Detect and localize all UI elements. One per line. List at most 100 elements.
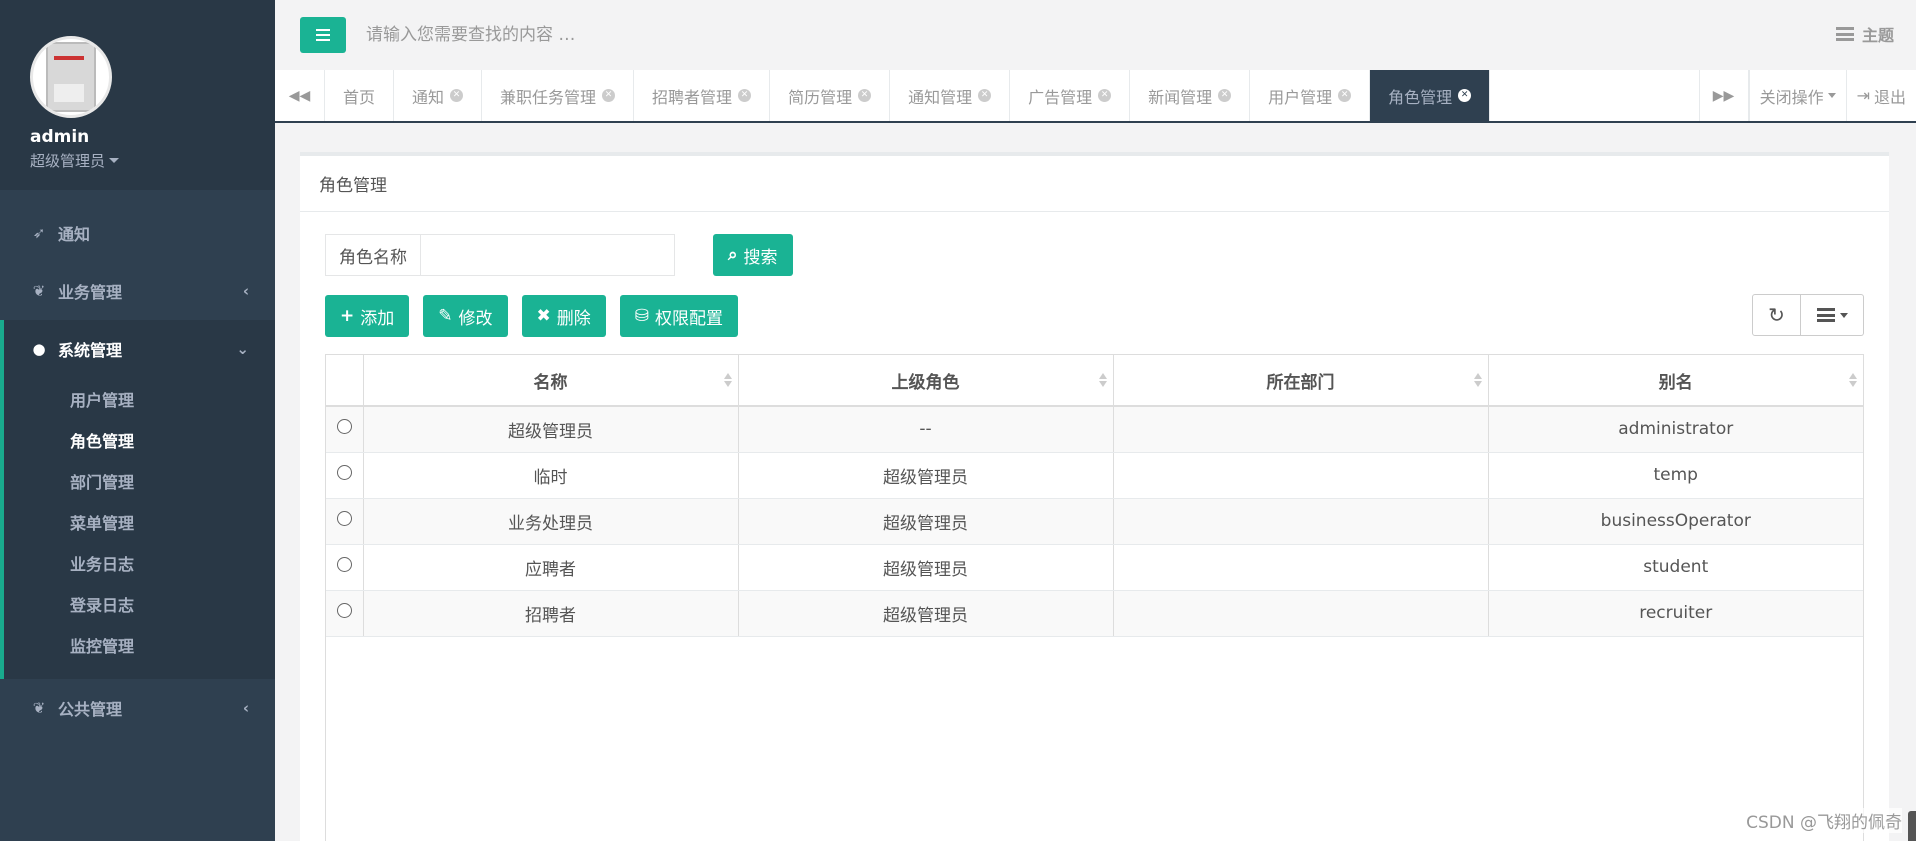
- cell-department: [1113, 406, 1489, 453]
- close-icon[interactable]: ✕: [978, 89, 992, 102]
- columns-toggle-button[interactable]: [1801, 294, 1864, 336]
- table-row[interactable]: 超级管理员 -- administrator: [326, 406, 1863, 453]
- tab-label: 招聘者管理: [652, 87, 733, 107]
- content-panel: 角色管理 角色名称 ⌕ 搜索 + 添加 ✎ 修改 ✖ 删除 ⛁ 权限配置 ↻ 名…: [300, 152, 1889, 841]
- chevron-left-icon: ‹: [242, 282, 249, 300]
- sidebar-subitem-roles[interactable]: 角色管理: [4, 419, 275, 460]
- rocket-icon: ➶: [32, 224, 46, 242]
- row-radio[interactable]: [336, 511, 352, 526]
- profile-name: admin: [30, 127, 90, 147]
- profile-role-dropdown[interactable]: 超级管理员: [30, 150, 275, 171]
- tab-label: 新闻管理: [1148, 87, 1213, 107]
- tab-parttime-tasks[interactable]: 兼职任务管理 ✕: [482, 70, 635, 121]
- permission-config-button[interactable]: ⛁ 权限配置: [619, 295, 738, 337]
- tabs-list: 首页 通知 ✕ 兼职任务管理 ✕ 招聘者管理 ✕ 简历管理 ✕ 通知管理 ✕ 广告管理 ✕ …: [325, 70, 1699, 121]
- backward-icon: ◀◀: [288, 87, 311, 104]
- cell-parent-role: 超级管理员: [738, 452, 1114, 499]
- refresh-button[interactable]: ↻: [1752, 294, 1801, 336]
- sidebar-subitem-login-log[interactable]: 登录日志: [4, 583, 275, 624]
- sidebar-subitem-menus[interactable]: 菜单管理: [4, 501, 275, 542]
- tabs-scroll-left-button[interactable]: ◀◀: [275, 70, 325, 121]
- sidebar-subitem-monitor[interactable]: 监控管理: [4, 624, 275, 665]
- cell-parent-role: 超级管理员: [738, 544, 1114, 591]
- table-row[interactable]: 临时 超级管理员 temp: [326, 452, 1863, 499]
- row-select-radio-cell: [326, 406, 364, 453]
- tab-notice-management[interactable]: 通知管理 ✕: [890, 70, 1011, 121]
- tabs-scroll-right-button[interactable]: ▶▶: [1698, 70, 1749, 121]
- sidebar-subitem-business-log[interactable]: 业务日志: [4, 542, 275, 583]
- avatar[interactable]: [30, 36, 112, 118]
- column-header-department[interactable]: 所在部门: [1113, 355, 1489, 407]
- close-icon[interactable]: ✕: [450, 89, 464, 102]
- delete-button[interactable]: ✖ 删除: [521, 295, 606, 337]
- bank-icon: ⛁: [634, 306, 649, 326]
- table-row[interactable]: 招聘者 超级管理员 recruiter: [326, 590, 1863, 637]
- row-radio[interactable]: [336, 419, 352, 435]
- table-tools: ↻: [1752, 294, 1864, 336]
- close-icon[interactable]: ✕: [1338, 89, 1352, 102]
- sidebar-subitem-departments[interactable]: 部门管理: [4, 460, 275, 501]
- plus-icon: +: [340, 306, 355, 326]
- close-icon[interactable]: ✕: [738, 89, 752, 102]
- cell-name: 临时: [363, 452, 739, 499]
- close-operations-dropdown[interactable]: 关闭操作: [1748, 70, 1846, 121]
- search-button[interactable]: ⌕ 搜索: [713, 234, 793, 276]
- column-header-parent-role[interactable]: 上级角色: [738, 355, 1114, 407]
- row-radio[interactable]: [336, 465, 352, 480]
- cell-department: [1113, 544, 1489, 591]
- tab-roles[interactable]: 角色管理 ✕: [1370, 70, 1491, 121]
- table-row[interactable]: 业务处理员 超级管理员 businessOperator: [326, 498, 1863, 545]
- tab-news[interactable]: 新闻管理 ✕: [1130, 70, 1251, 121]
- refresh-icon: ↻: [1768, 303, 1785, 327]
- cell-department: [1113, 452, 1489, 499]
- cell-name: 应聘者: [363, 544, 739, 591]
- row-radio[interactable]: [336, 557, 352, 572]
- table-row[interactable]: 应聘者 超级管理员 student: [326, 544, 1863, 591]
- cell-alias: administrator: [1488, 406, 1863, 453]
- search-icon: ⌕: [728, 245, 738, 265]
- tabs-right-controls: ▶▶ 关闭操作 ⇥ 退出: [1698, 70, 1916, 121]
- column-header-name[interactable]: 名称: [363, 355, 739, 407]
- tab-recruiters[interactable]: 招聘者管理 ✕: [634, 70, 771, 121]
- sidebar-item-label: 公共管理: [58, 700, 123, 719]
- cell-parent-role: --: [738, 406, 1114, 453]
- tab-label: 简历管理: [788, 87, 853, 107]
- close-icon[interactable]: ✕: [1098, 89, 1112, 102]
- tasks-icon: [1835, 27, 1854, 41]
- cell-department: [1113, 590, 1489, 637]
- sidebar-subitem-users[interactable]: 用户管理: [4, 378, 275, 419]
- sidebar-item-notice[interactable]: ➶ 通知: [0, 204, 275, 262]
- tab-ads[interactable]: 广告管理 ✕: [1010, 70, 1131, 121]
- row-radio[interactable]: [336, 603, 352, 618]
- close-icon[interactable]: ✕: [1218, 89, 1232, 102]
- column-header-alias[interactable]: 别名: [1488, 355, 1863, 407]
- panel-title: 角色管理: [300, 156, 1889, 212]
- sidebar-item-business[interactable]: ❦ 业务管理 ‹: [0, 262, 275, 320]
- add-button-label: 添加: [360, 308, 395, 329]
- cell-name: 业务处理员: [363, 498, 739, 545]
- tab-resumes[interactable]: 简历管理 ✕: [770, 70, 891, 121]
- sidebar-item-public[interactable]: ❦ 公共管理 ‹: [0, 679, 275, 737]
- logout-button[interactable]: ⇥ 退出: [1845, 70, 1916, 121]
- role-name-input[interactable]: [420, 234, 675, 276]
- theme-button[interactable]: 主题: [1835, 22, 1894, 46]
- menu-toggle-button[interactable]: [300, 17, 346, 53]
- scrollbar-handle[interactable]: [1908, 811, 1916, 841]
- close-icon[interactable]: ✕: [602, 89, 616, 102]
- caret-down-icon: [1839, 312, 1848, 318]
- tab-label: 通知管理: [908, 87, 973, 107]
- add-button[interactable]: + 添加: [325, 295, 410, 337]
- avatar-image: [46, 42, 96, 112]
- caret-down-icon: [109, 158, 120, 163]
- close-icon[interactable]: ✕: [858, 89, 872, 102]
- tab-users[interactable]: 用户管理 ✕: [1250, 70, 1371, 121]
- global-search-input[interactable]: [366, 25, 866, 45]
- profile-panel: admin 超级管理员: [0, 0, 275, 190]
- tab-notice[interactable]: 通知 ✕: [394, 70, 483, 121]
- close-icon[interactable]: ✕: [1458, 89, 1472, 102]
- edit-button[interactable]: ✎ 修改: [423, 295, 508, 337]
- sign-out-icon: ⇥: [1856, 86, 1870, 105]
- sidebar-item-system[interactable]: ● 系统管理 ⌄: [4, 320, 275, 378]
- tab-label: 首页: [343, 87, 376, 107]
- tab-home[interactable]: 首页: [325, 70, 395, 121]
